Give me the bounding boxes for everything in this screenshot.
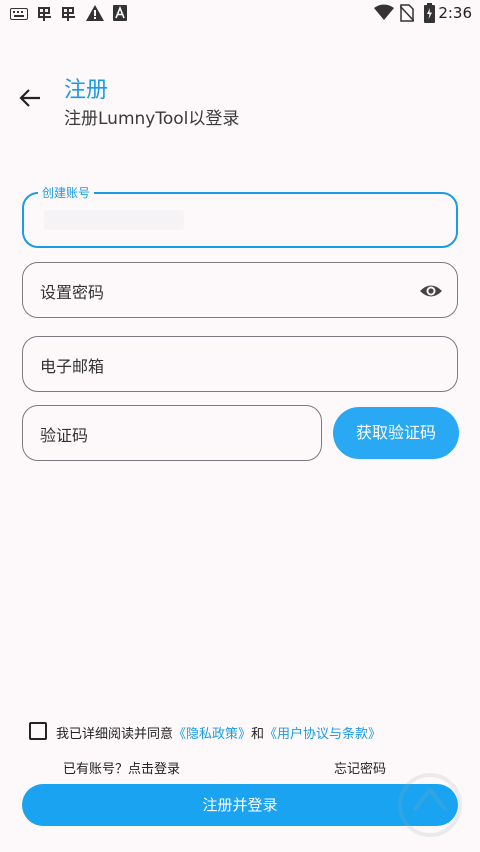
keyboard-icon — [10, 8, 28, 20]
warning-icon — [86, 5, 104, 21]
eye-icon[interactable] — [419, 279, 443, 303]
agreement-prefix: 我已详细阅读并同意 — [56, 727, 174, 742]
app-icon — [62, 7, 75, 21]
back-arrow-icon[interactable] — [18, 86, 44, 110]
forgot-password-link[interactable]: 忘记密码 — [334, 758, 386, 777]
login-link[interactable]: 已有账号？点击登录 — [63, 758, 180, 777]
battery-charging-icon — [424, 3, 435, 23]
password-field-label: 设置密码 — [40, 283, 105, 302]
account-field-label: 创建账号 — [38, 184, 95, 201]
agree-checkbox[interactable] — [29, 722, 47, 740]
agreement-text: 我已详细阅读并同意《隐私政策》和《用户协议与条款》 — [56, 723, 381, 742]
account-field[interactable]: 创建账号 — [22, 184, 458, 248]
password-field[interactable]: 设置密码 — [22, 262, 458, 318]
font-icon — [113, 5, 127, 21]
page-subtitle: 注册LumnyTool以登录 — [64, 109, 240, 129]
clock: 2:36 — [438, 4, 472, 22]
page-title: 注册 — [64, 78, 109, 103]
app-icon — [38, 7, 51, 21]
wifi-icon — [374, 4, 394, 20]
no-sim-icon — [400, 4, 414, 22]
register-login-button[interactable]: 注册并登录 — [22, 784, 458, 826]
agreement-and: 和 — [251, 727, 265, 742]
code-field-label: 验证码 — [40, 426, 89, 445]
watermark-icon — [398, 773, 462, 837]
email-field[interactable]: 电子邮箱 — [22, 336, 458, 392]
account-value-blurred — [44, 210, 184, 230]
email-field-label: 电子邮箱 — [40, 357, 105, 376]
status-bar: 2:36 — [0, 0, 480, 28]
privacy-policy-link[interactable]: 《隐私政策》 — [173, 727, 251, 742]
code-field[interactable]: 验证码 — [22, 405, 322, 461]
terms-link[interactable]: 《用户协议与条款》 — [264, 727, 381, 742]
get-code-button[interactable]: 获取验证码 — [333, 407, 459, 459]
